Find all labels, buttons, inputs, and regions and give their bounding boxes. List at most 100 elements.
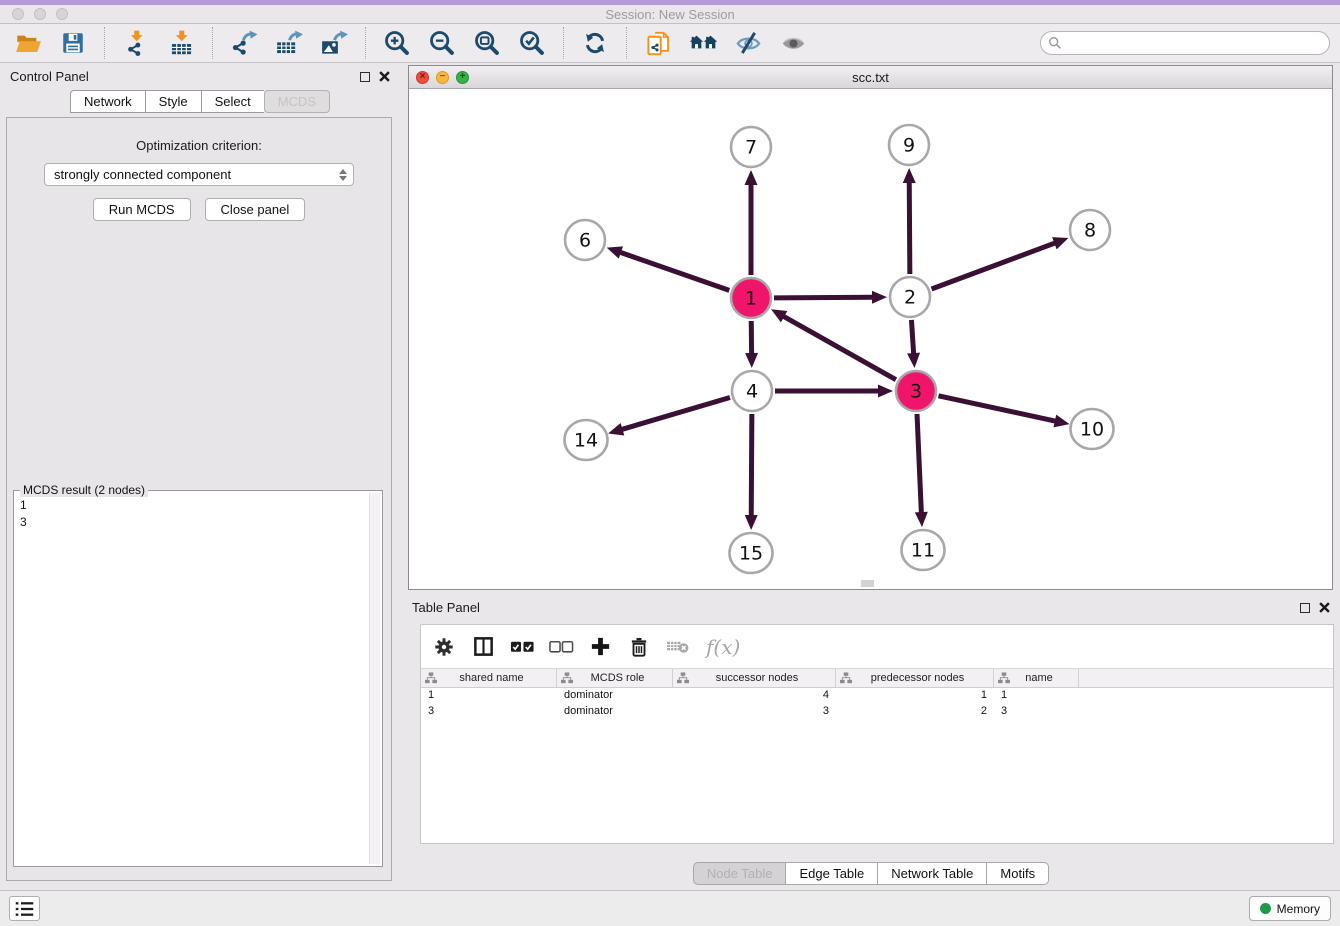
column-header-successor-nodes[interactable]: successor nodes — [673, 669, 836, 687]
export-image-icon — [321, 30, 348, 57]
delete-table-button[interactable] — [665, 634, 691, 660]
function-builder-button[interactable]: f(x) — [706, 635, 740, 659]
edge-2-9[interactable] — [909, 181, 910, 274]
zoom-selected-button[interactable] — [514, 27, 550, 59]
import-table-icon — [168, 30, 195, 57]
table-cell[interactable]: 3 — [994, 704, 1079, 720]
tab-network-table[interactable]: Network Table — [877, 862, 986, 885]
graph-node-8[interactable]: 8 — [1070, 210, 1110, 250]
graph-node-15[interactable]: 15 — [730, 533, 773, 573]
table-cell[interactable]: dominator — [557, 704, 673, 720]
table-cell[interactable]: dominator — [557, 688, 673, 704]
graph-node-1[interactable]: 1 — [731, 278, 771, 318]
graph-node-4[interactable]: 4 — [732, 371, 772, 411]
graph-node-2[interactable]: 2 — [890, 277, 930, 317]
column-header-shared-name[interactable]: shared name — [421, 669, 557, 687]
minimize-view-button[interactable]: − — [436, 71, 449, 84]
network-canvas[interactable]: 7 9 6 8 1 2 4 3 14 10 15 11 — [409, 89, 1332, 588]
graph-node-10[interactable]: 10 — [1071, 409, 1114, 449]
close-panel-button[interactable]: Close panel — [205, 198, 306, 221]
edge-4-15[interactable] — [751, 414, 752, 517]
graph-node-3[interactable]: 3 — [896, 371, 936, 411]
tab-network[interactable]: Network — [70, 90, 145, 113]
edge-arrowhead — [745, 170, 758, 185]
svg-text:6: 6 — [579, 230, 591, 252]
table-cell[interactable]: 3 — [673, 704, 836, 720]
table-cell[interactable]: 1 — [994, 688, 1079, 704]
tab-select[interactable]: Select — [201, 90, 264, 113]
edge-2-8[interactable] — [932, 243, 1057, 289]
zoom-in-button[interactable] — [379, 27, 415, 59]
edge-3-1[interactable] — [782, 316, 896, 380]
edge-4-14[interactable] — [621, 398, 730, 430]
import-table-button[interactable] — [163, 27, 199, 59]
show-panels-button[interactable] — [775, 27, 811, 59]
export-network-button[interactable] — [226, 27, 262, 59]
column-header-name[interactable]: name — [994, 669, 1079, 687]
status-bar: Memory — [0, 890, 1340, 926]
graph-node-6[interactable]: 6 — [565, 220, 605, 260]
tab-mcds[interactable]: MCDS — [264, 90, 330, 113]
add-row-button[interactable] — [587, 634, 613, 660]
graph-node-9[interactable]: 9 — [889, 125, 929, 165]
refresh-button[interactable] — [577, 27, 613, 59]
eye-icon — [780, 30, 807, 57]
float-table-panel-icon[interactable] — [1300, 603, 1310, 613]
table-row[interactable]: 3dominator323 — [421, 704, 1333, 720]
edge-1-2[interactable] — [774, 297, 874, 298]
table-cell[interactable]: 2 — [836, 704, 994, 720]
canvas-splitter-handle[interactable] — [861, 580, 874, 587]
open-home-button[interactable] — [685, 27, 721, 59]
zoom-in-icon — [383, 29, 411, 57]
open-session-button[interactable] — [10, 27, 46, 59]
table-row[interactable]: 1dominator411 — [421, 688, 1333, 704]
maximize-view-button[interactable]: + — [456, 71, 469, 84]
column-header-predecessor-nodes[interactable]: predecessor nodes — [836, 669, 994, 687]
close-panel-icon[interactable] — [379, 71, 390, 82]
run-mcds-button[interactable]: Run MCDS — [93, 198, 191, 221]
graph-node-11[interactable]: 11 — [902, 530, 945, 570]
edge-3-11[interactable] — [917, 414, 921, 514]
table-cell[interactable]: 1 — [421, 688, 557, 704]
deselect-all-columns-button[interactable] — [548, 634, 574, 660]
zoom-selected-icon — [518, 29, 546, 57]
hide-panels-button[interactable] — [730, 27, 766, 59]
import-network-button[interactable] — [118, 27, 154, 59]
select-all-columns-button[interactable] — [509, 634, 535, 660]
network-graph[interactable]: 7 9 6 8 1 2 4 3 14 10 15 11 — [409, 89, 1332, 588]
memory-button[interactable]: Memory — [1249, 896, 1331, 921]
zoom-fit-button[interactable] — [469, 27, 505, 59]
graph-node-7[interactable]: 7 — [731, 127, 771, 167]
copy-network-document-icon — [645, 30, 672, 57]
export-image-button[interactable] — [316, 27, 352, 59]
delete-row-button[interactable] — [626, 634, 652, 660]
tab-motifs[interactable]: Motifs — [986, 862, 1049, 885]
edge-2-3[interactable] — [911, 320, 913, 355]
table-header-row: shared nameMCDS rolesuccessor nodesprede… — [421, 668, 1333, 688]
export-table-button[interactable] — [271, 27, 307, 59]
result-scrollbar[interactable] — [369, 493, 380, 864]
tab-node-table[interactable]: Node Table — [693, 862, 786, 885]
column-header-MCDS-role[interactable]: MCDS role — [557, 669, 673, 687]
copy-network-view-button[interactable] — [640, 27, 676, 59]
tab-edge-table[interactable]: Edge Table — [785, 862, 877, 885]
edge-3-10[interactable] — [938, 396, 1056, 422]
import-network-icon — [123, 30, 150, 57]
graph-node-14[interactable]: 14 — [565, 420, 608, 460]
search-input[interactable] — [1040, 31, 1330, 55]
save-session-button[interactable] — [55, 27, 91, 59]
table-cell[interactable]: 1 — [836, 688, 994, 704]
optimization-criterion-select[interactable]: strongly connected component — [44, 163, 354, 186]
tab-style[interactable]: Style — [145, 90, 201, 113]
table-cell[interactable]: 3 — [421, 704, 557, 720]
split-view-button[interactable] — [470, 634, 496, 660]
table-cell[interactable]: 4 — [673, 688, 836, 704]
show-task-history-button[interactable] — [9, 896, 40, 921]
close-table-panel-icon[interactable] — [1319, 602, 1330, 613]
close-view-button[interactable]: × — [416, 71, 429, 84]
column-settings-button[interactable] — [431, 634, 457, 660]
zoom-out-button[interactable] — [424, 27, 460, 59]
main-toolbar — [0, 24, 1340, 63]
float-panel-icon[interactable] — [360, 72, 370, 82]
edge-1-6[interactable] — [619, 252, 729, 291]
